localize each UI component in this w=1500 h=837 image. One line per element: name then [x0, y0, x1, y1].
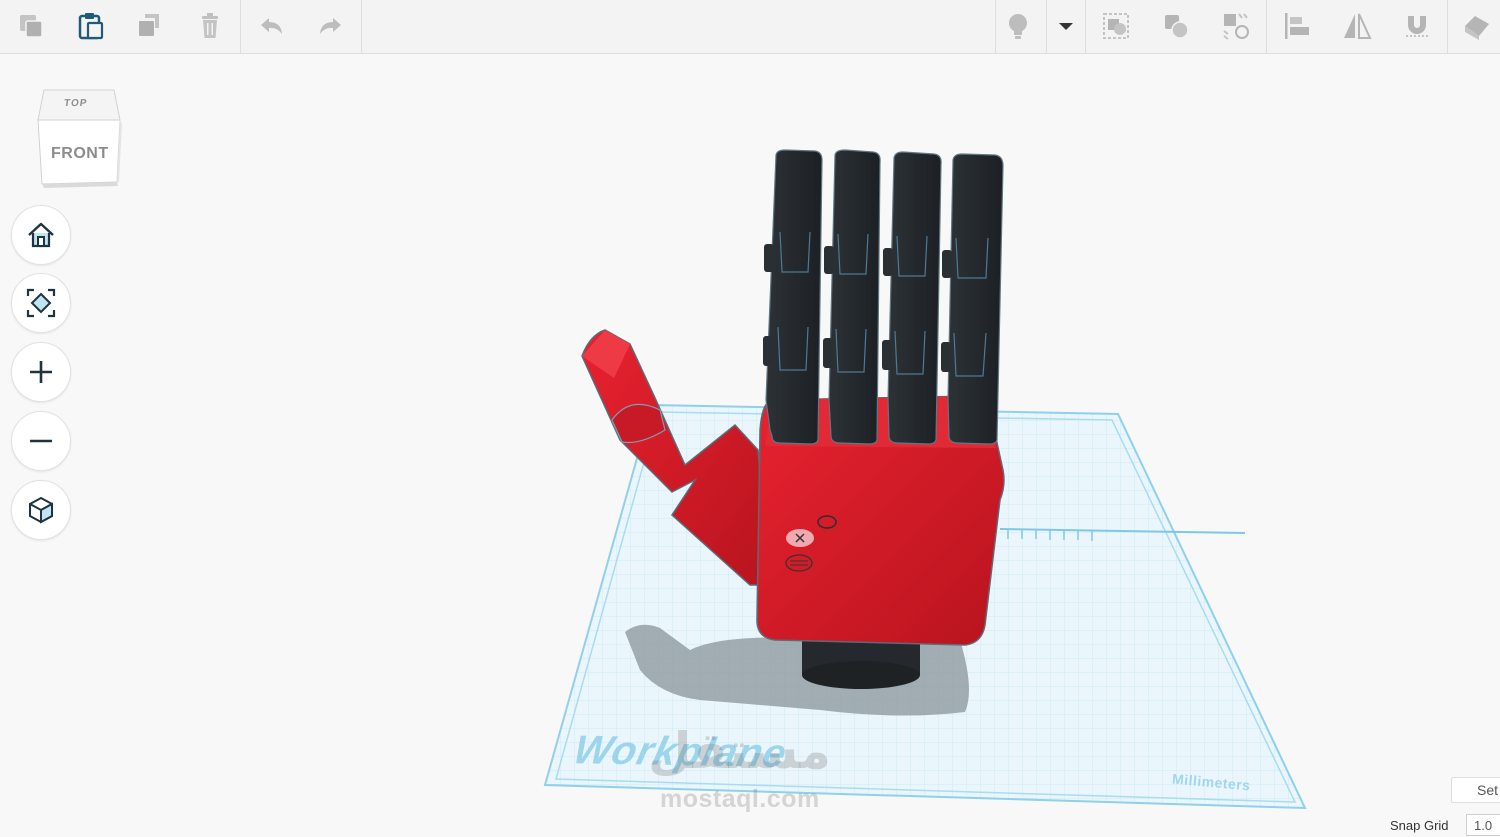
group-button[interactable]	[1094, 6, 1138, 46]
mirror-icon	[1344, 13, 1372, 39]
paste-button[interactable]	[68, 6, 112, 46]
cruise-button[interactable]	[1395, 6, 1439, 46]
finger-middle[interactable]	[823, 149, 881, 445]
mirror-button[interactable]	[1335, 6, 1379, 46]
zoom-in-button[interactable]	[11, 342, 71, 402]
mirror-align-icon	[1223, 13, 1249, 40]
undo-icon	[261, 18, 282, 34]
snap-grid-select[interactable]: 1.0	[1466, 814, 1500, 836]
visibility-dropdown-button[interactable]	[1046, 6, 1086, 46]
ungroup-icon	[1165, 15, 1189, 39]
redo-icon	[320, 18, 341, 34]
paste-icon	[78, 13, 104, 40]
scene-canvas[interactable]	[0, 55, 1500, 832]
group-icon	[1103, 13, 1129, 39]
home-view-icon	[28, 222, 54, 248]
fit-view-button[interactable]	[11, 273, 71, 333]
finger-ring[interactable]	[882, 151, 942, 445]
view-cube-front-face[interactable]: FRONT	[51, 145, 109, 163]
zoom-out-icon	[30, 439, 52, 443]
snap-grid-label: Snap Grid	[1390, 818, 1449, 833]
perspective-button[interactable]	[11, 480, 71, 540]
duplicate-button[interactable]	[127, 6, 171, 46]
magnet-icon	[1406, 16, 1428, 37]
dropdown-caret-icon	[1059, 23, 1073, 30]
zoom-out-button[interactable]	[11, 411, 71, 471]
toolbar-separator	[240, 0, 241, 54]
undo-button[interactable]	[249, 6, 293, 46]
3d-viewport[interactable]: Workplane Millimeters مستقل mostaql.com	[0, 55, 1500, 832]
fit-view-icon	[26, 288, 56, 318]
toolbar-separator	[361, 0, 362, 54]
align-icon	[1285, 13, 1309, 39]
redo-button[interactable]	[309, 6, 353, 46]
finger-pinky[interactable]	[941, 153, 1004, 445]
toolbar-separator	[1266, 0, 1267, 54]
copy-icon	[20, 15, 43, 38]
main-toolbar	[0, 0, 1500, 54]
edit-grid-button[interactable]: Set	[1451, 777, 1500, 803]
trash-icon	[202, 13, 218, 38]
toolbar-separator	[1085, 0, 1086, 54]
export-icon	[1465, 16, 1489, 40]
delete-button[interactable]	[188, 6, 232, 46]
toolbar-separator	[1046, 0, 1047, 54]
toolbar-separator	[1447, 0, 1448, 54]
view-cube-top-face[interactable]: TOP	[63, 98, 88, 109]
home-view-button[interactable]	[11, 205, 71, 265]
finger-index[interactable]	[763, 149, 823, 445]
ungroup-button[interactable]	[1154, 6, 1198, 46]
watermark-arabic: مستقل	[648, 722, 831, 780]
show-all-button[interactable]	[996, 6, 1040, 46]
watermark-domain: mostaql.com	[660, 785, 820, 813]
perspective-icon	[29, 496, 53, 524]
copy-button[interactable]	[9, 6, 53, 46]
zoom-in-icon	[30, 361, 52, 383]
lightbulb-icon	[1009, 14, 1027, 39]
export-button[interactable]	[1455, 6, 1499, 46]
duplicate-icon	[139, 14, 159, 36]
mirror-align-button[interactable]	[1214, 6, 1258, 46]
align-button[interactable]	[1275, 6, 1319, 46]
